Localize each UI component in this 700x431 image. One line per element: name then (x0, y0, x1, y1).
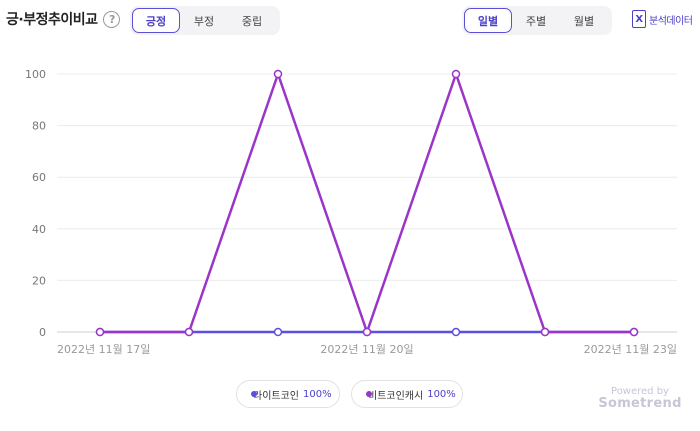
x-tick-label: 2022년 11월 23일 (584, 342, 677, 356)
brand-name: Sometrend (598, 396, 682, 411)
data-point (629, 327, 639, 337)
y-tick-label: 100 (25, 68, 46, 81)
legend-percent: 100% (427, 388, 456, 400)
data-point (451, 69, 461, 79)
x-tick-label: 2022년 11월 17일 (57, 342, 150, 356)
legend-item-litecoin[interactable]: 라이트코인 100% (236, 380, 340, 408)
series-line (100, 72, 634, 334)
legend-item-bitcoin-cash[interactable]: 비트코인캐시 100% (351, 380, 463, 408)
legend-label: 비트코인캐시 (368, 390, 424, 402)
data-point (273, 327, 283, 337)
data-point (362, 327, 372, 337)
y-tick-label: 40 (32, 223, 46, 236)
y-tick-label: 80 (32, 120, 46, 133)
trend-chart: 0 20 40 60 80 100 2022년 11월 17일 2022년 11월 20일 20… (25, 68, 677, 356)
x-tick-label: 2022년 11월 20일 (320, 342, 413, 356)
y-tick-label: 60 (32, 171, 46, 184)
powered-by-logo: Powered by Sometrend (598, 386, 682, 411)
data-point (540, 327, 550, 337)
y-tick-label: 20 (32, 274, 46, 287)
y-tick-label: 0 (39, 326, 46, 339)
data-point (184, 327, 194, 337)
data-point (95, 327, 105, 337)
legend-percent: 100% (303, 388, 332, 400)
data-point (451, 327, 461, 337)
legend-label: 라이트코인 (253, 390, 299, 402)
data-point (273, 69, 283, 79)
